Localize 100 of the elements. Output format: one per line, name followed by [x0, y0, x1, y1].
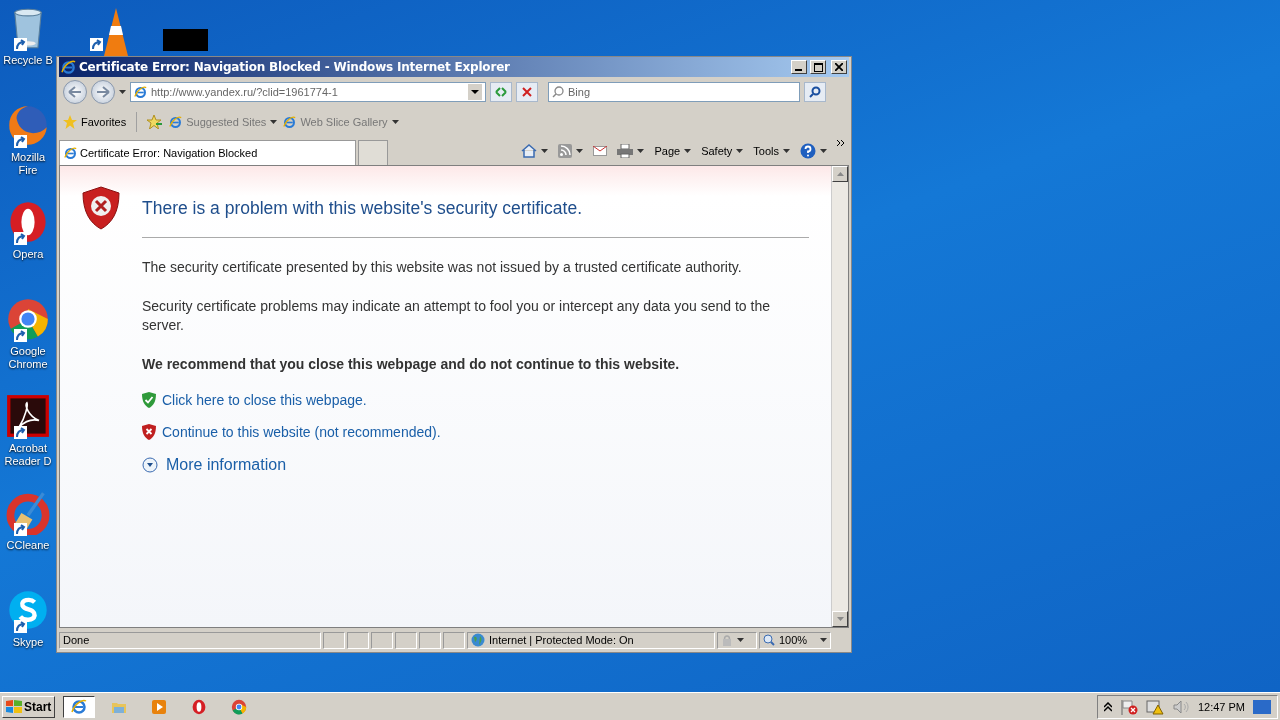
flag-error-icon[interactable]: [1119, 698, 1138, 715]
dropdown-icon[interactable]: [468, 84, 482, 100]
caret-icon: [684, 149, 692, 153]
desktop-icon-label[interactable]: CCleane: [0, 539, 56, 552]
chrome-icon: [231, 698, 248, 715]
help-icon: [800, 143, 816, 159]
status-pane: [371, 631, 393, 649]
ie-icon: [61, 59, 76, 75]
stop-button[interactable]: [516, 82, 538, 102]
browser-tab[interactable]: Certificate Error: Navigation Blocked: [59, 140, 356, 165]
start-button[interactable]: Start: [2, 695, 56, 718]
page-icon: [169, 115, 183, 129]
windows-logo: [6, 699, 22, 714]
close-icon: [835, 63, 843, 71]
search-field[interactable]: Bing: [548, 82, 800, 102]
print-button[interactable]: [617, 144, 645, 158]
caret-icon: [541, 149, 549, 153]
shield-x-icon: [142, 424, 156, 440]
forward-arrow-icon: [96, 86, 110, 98]
action-link[interactable]: Continue to this website (not recommended).: [162, 424, 441, 440]
close-button[interactable]: [831, 60, 847, 74]
status-pane: [323, 631, 345, 649]
home-button[interactable]: [521, 144, 549, 158]
scroll-up-button[interactable]: [832, 166, 848, 182]
protected-mode-icon[interactable]: [717, 631, 757, 649]
caret-icon: [820, 149, 827, 153]
command-menu[interactable]: Page: [654, 145, 692, 157]
error-heading: There is a problem with this website's security certificate.: [142, 198, 809, 238]
more-information-toggle[interactable]: More information: [142, 456, 287, 474]
star-icon: [63, 115, 77, 129]
ie-icon: [64, 146, 77, 160]
show-desktop-icon[interactable]: [1253, 699, 1271, 714]
show-hidden-icons[interactable]: [1103, 701, 1112, 712]
desktop-icon-label[interactable]: Acrobat Reader D: [0, 442, 56, 468]
caret-icon: [783, 149, 790, 153]
scrollbar[interactable]: [831, 166, 848, 627]
caret-icon: [270, 120, 278, 124]
refresh-button[interactable]: [490, 82, 512, 102]
security-zone[interactable]: Internet | Protected Mode: On: [467, 631, 715, 649]
skype-icon: [6, 588, 50, 632]
shortcut-arrow-icon: [14, 426, 27, 439]
taskbar-app[interactable]: [63, 695, 96, 718]
zoom-level[interactable]: 100%: [759, 631, 831, 649]
down-arrow-icon: [836, 617, 844, 621]
feeds-button[interactable]: [558, 144, 584, 158]
desktop-icon-label[interactable]: Skype: [0, 636, 56, 649]
desktop-icon-label[interactable]: Mozilla Fire: [0, 151, 56, 177]
mail-button[interactable]: [593, 146, 608, 156]
fox-globe-icon: [6, 103, 50, 147]
desktop-icon-label[interactable]: Opera: [0, 248, 56, 261]
mail-icon: [593, 146, 608, 156]
chevron-icon[interactable]: [837, 139, 845, 147]
status-text: Done: [59, 631, 321, 649]
maximize-button[interactable]: [810, 60, 826, 74]
chrome-icon: [6, 297, 50, 341]
network-warning-icon[interactable]: [1145, 698, 1164, 715]
status-pane: [443, 631, 465, 649]
caret-icon: [820, 638, 827, 642]
feed-icon: [558, 144, 573, 158]
favorites-button[interactable]: Favorites: [63, 115, 127, 129]
back-button[interactable]: [63, 80, 87, 104]
redacted-block: [163, 29, 208, 51]
recommendation-text: We recommend that you close this webpage and do not continue to this website.: [142, 355, 681, 374]
forward-button[interactable]: [91, 80, 115, 104]
back-arrow-icon: [68, 86, 82, 98]
paragraph: Security certificate problems may indicate an attempt to fool you or intercept any data you send to the server.: [142, 297, 771, 335]
stop-icon: [522, 87, 532, 97]
lock-icon: [721, 634, 733, 646]
status-pane: [395, 631, 417, 649]
scroll-down-button[interactable]: [832, 611, 848, 627]
action-link[interactable]: Click here to close this webpage.: [162, 392, 367, 408]
home-icon: [521, 144, 538, 158]
caret-icon: [119, 90, 126, 94]
window-title: Certificate Error: Navigation Blocked - Windows Internet Explorer: [79, 60, 511, 74]
status-pane: [419, 631, 441, 649]
desktop-icon-label[interactable]: Recycle B: [0, 54, 56, 67]
shortcut-arrow-icon: [14, 329, 27, 342]
maximize-icon: [813, 62, 823, 72]
broom-icon: [6, 491, 50, 535]
zoom-icon: [763, 634, 775, 646]
search-button[interactable]: [804, 82, 826, 102]
minimize-button[interactable]: [791, 60, 807, 74]
page-icon: [283, 115, 297, 129]
command-menu[interactable]: Tools: [753, 145, 790, 157]
clock[interactable]: 12:47 PM: [1197, 700, 1245, 713]
help-button[interactable]: [800, 143, 827, 159]
shortcut-arrow-icon: [14, 135, 27, 148]
search-icon: [552, 86, 564, 98]
command-menu[interactable]: Safety: [701, 145, 744, 157]
shortcut-arrow-icon: [90, 38, 103, 51]
search-icon: [809, 86, 821, 98]
add-favorite-icon[interactable]: [147, 115, 164, 129]
desktop-icon-label[interactable]: Google Chrome: [0, 345, 56, 371]
address-field[interactable]: http://www.yandex.ru/?clid=1961774-1: [130, 82, 486, 102]
caret-icon: [737, 638, 744, 642]
opera-icon: [191, 698, 208, 715]
paragraph: The security certificate presented by this website was not issued by a trusted certificate authority.: [142, 258, 743, 277]
globe-icon: [471, 633, 485, 647]
shield-check-icon: [142, 392, 156, 408]
page-icon: [134, 85, 147, 99]
